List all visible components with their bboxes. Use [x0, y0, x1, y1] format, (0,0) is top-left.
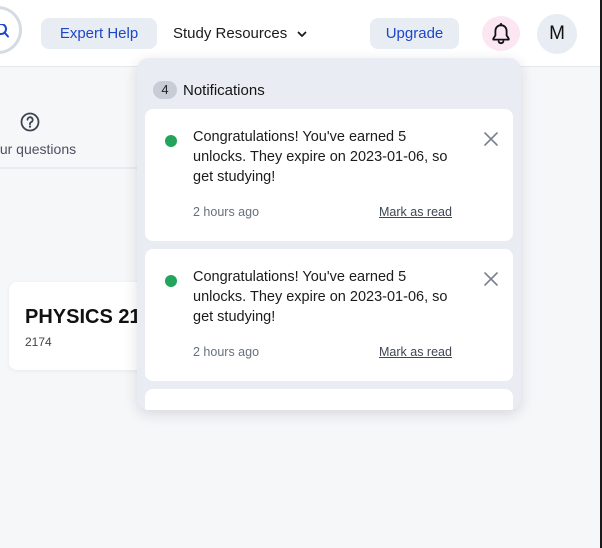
notification-time: 2 hours ago — [193, 205, 260, 219]
unread-dot — [165, 135, 177, 147]
close-icon[interactable] — [483, 271, 499, 287]
tab-divider — [0, 167, 140, 169]
notification-time: 2 hours ago — [193, 345, 260, 359]
upgrade-button[interactable]: Upgrade — [370, 18, 459, 49]
study-resources-dropdown[interactable]: Study Resources — [173, 18, 307, 49]
notifications-title: Notifications — [183, 81, 265, 99]
mark-as-read-link[interactable]: Mark as read — [379, 345, 452, 359]
unread-dot — [165, 275, 177, 287]
notifications-button[interactable] — [482, 16, 520, 51]
notification-message: Congratulations! You've earned 5 unlocks… — [193, 129, 448, 185]
notification-item[interactable]: Congratulations! You've earned 5 unlocks… — [145, 249, 513, 381]
close-icon[interactable] — [483, 131, 499, 147]
search-button[interactable] — [0, 6, 22, 54]
notifications-panel: 4 Notifications Congratulations! You've … — [137, 58, 521, 410]
notification-count-badge: 4 — [153, 81, 177, 99]
course-code: 2174 — [25, 335, 52, 349]
notifications-header: 4 Notifications — [153, 81, 265, 99]
notification-item-partial[interactable] — [145, 389, 513, 410]
expert-help-button[interactable]: Expert Help — [41, 18, 157, 49]
search-icon — [0, 24, 9, 38]
bell-icon — [492, 22, 510, 44]
study-resources-label: Study Resources — [173, 25, 288, 42]
chevron-down-icon — [297, 31, 307, 37]
notification-message: Congratulations! You've earned 5 unlocks… — [193, 269, 448, 325]
your-questions-tab[interactable]: Your questions — [0, 141, 76, 157]
help-circle-icon — [20, 112, 40, 132]
mark-as-read-link[interactable]: Mark as read — [379, 205, 452, 219]
top-header: Expert Help Study Resources Upgrade M — [0, 0, 600, 67]
avatar[interactable]: M — [537, 14, 577, 54]
notification-item[interactable]: Congratulations! You've earned 5 unlocks… — [145, 109, 513, 241]
